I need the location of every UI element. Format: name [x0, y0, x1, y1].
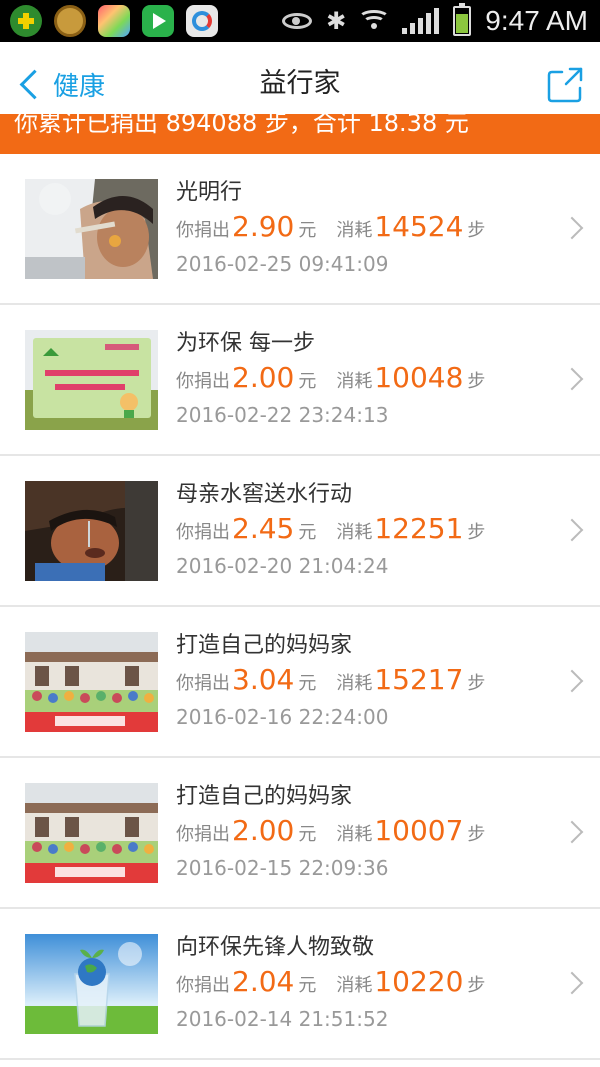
smiley-icon: [54, 5, 86, 37]
consumed-label: 消耗: [336, 824, 373, 845]
list-item[interactable]: 为环保 每一步 你捐出 2.00 元 消耗 10048 步 2016-02-22…: [0, 305, 600, 456]
donation-date: 2016-02-14 21:51:52: [176, 1007, 389, 1031]
donation-amount: 2.00: [232, 814, 295, 847]
steps-unit: 步: [467, 824, 486, 845]
status-time: 9:47 AM: [485, 5, 588, 36]
steps-count: 10220: [374, 965, 464, 998]
list-item[interactable]: 向环保先锋人物致敬 你捐出 2.04 元 消耗 10220 步 2016-02-…: [0, 909, 600, 1060]
eye-icon: [282, 13, 313, 29]
list-item[interactable]: 母亲水窖送水行动 你捐出 2.45 元 消耗 12251 步 2016-02-2…: [0, 456, 600, 607]
donation-summary: 你捐出 2.00 元 消耗 10048 步: [176, 361, 556, 397]
steps-unit: 步: [467, 220, 486, 241]
steps-unit: 步: [467, 673, 486, 694]
consumed-label: 消耗: [336, 371, 373, 392]
share-icon[interactable]: [546, 64, 586, 104]
item-content: 母亲水窖送水行动 你捐出 2.45 元 消耗 12251 步 2016-02-2…: [176, 480, 556, 580]
donation-date: 2016-02-20 21:04:24: [176, 554, 389, 578]
donation-summary: 你捐出 2.00 元 消耗 10007 步: [176, 814, 556, 850]
steps-unit: 步: [467, 975, 486, 996]
project-name: 打造自己的妈妈家: [176, 633, 353, 658]
donated-label: 你捐出: [176, 220, 230, 241]
chevron-right-icon: [560, 216, 584, 240]
donation-date: 2016-02-25 09:41:09: [176, 252, 389, 276]
donation-amount: 2.90: [232, 210, 295, 243]
project-name: 打造自己的妈妈家: [176, 784, 353, 809]
donated-label: 你捐出: [176, 975, 230, 996]
yuan-unit: 元: [298, 824, 317, 845]
list-item[interactable]: 打造自己的妈妈家 你捐出 3.04 元 消耗 15217 步 2016-02-1…: [0, 607, 600, 758]
steps-count: 10007: [374, 814, 464, 847]
summary-text: 你累计已捐出 894088 步，合计 18.38 元: [14, 114, 469, 137]
yuan-unit: 元: [298, 975, 317, 996]
chevron-right-icon: [560, 971, 584, 995]
project-name: 光明行: [176, 180, 243, 205]
project-name: 为环保 每一步: [176, 331, 315, 356]
steps-count: 15217: [374, 663, 464, 696]
list-item[interactable]: 打造自己的妈妈家 你捐出 2.00 元 消耗 10007 步 2016-02-1…: [0, 758, 600, 909]
bluetooth-icon: ✱: [326, 7, 347, 35]
notification-icons: [10, 4, 218, 38]
item-content: 为环保 每一步 你捐出 2.00 元 消耗 10048 步 2016-02-22…: [176, 329, 556, 429]
wifi-icon: [358, 10, 391, 32]
yuan-unit: 元: [298, 220, 317, 241]
donation-summary: 你捐出 2.90 元 消耗 14524 步: [176, 210, 556, 246]
chevron-right-icon: [560, 820, 584, 844]
donated-label: 你捐出: [176, 673, 230, 694]
donated-label: 你捐出: [176, 522, 230, 543]
signal-icon: [402, 8, 440, 34]
donation-list: 光明行 你捐出 2.90 元 消耗 14524 步 2016-02-25 09:…: [0, 154, 600, 1060]
item-content: 光明行 你捐出 2.90 元 消耗 14524 步 2016-02-25 09:…: [176, 178, 556, 278]
donation-amount: 3.04: [232, 663, 295, 696]
donated-label: 你捐出: [176, 824, 230, 845]
browser-icon: [186, 5, 218, 37]
eye-exam-photo: [25, 179, 158, 279]
consumed-label: 消耗: [336, 522, 373, 543]
yuan-unit: 元: [298, 522, 317, 543]
item-content: 打造自己的妈妈家 你捐出 3.04 元 消耗 15217 步 2016-02-1…: [176, 631, 556, 731]
donation-date: 2016-02-22 23:24:13: [176, 403, 389, 427]
globe-glass-photo: [25, 934, 158, 1034]
consumed-label: 消耗: [336, 220, 373, 241]
group-photo: [25, 783, 158, 883]
steps-count: 12251: [374, 512, 464, 545]
project-name: 向环保先锋人物致敬: [176, 935, 375, 960]
consumed-label: 消耗: [336, 673, 373, 694]
item-content: 向环保先锋人物致敬 你捐出 2.04 元 消耗 10220 步 2016-02-…: [176, 933, 556, 1033]
donation-amount: 2.04: [232, 965, 295, 998]
system-icons: ✱ 9:47 AM: [282, 0, 588, 42]
consumed-label: 消耗: [336, 975, 373, 996]
group-photo: [25, 632, 158, 732]
eco-sign-photo: [25, 330, 158, 430]
chevron-right-icon: [560, 669, 584, 693]
donation-summary: 你捐出 2.45 元 消耗 12251 步: [176, 512, 556, 548]
yuan-unit: 元: [298, 371, 317, 392]
battery-icon: [453, 3, 472, 36]
donation-date: 2016-02-15 22:09:36: [176, 856, 389, 880]
status-bar: ✱ 9:47 AM: [0, 0, 600, 42]
steps-unit: 步: [467, 522, 486, 543]
pinwheel-icon: [98, 5, 130, 37]
chevron-right-icon: [560, 518, 584, 542]
steps-unit: 步: [467, 371, 486, 392]
steps-count: 10048: [374, 361, 464, 394]
donated-label: 你捐出: [176, 371, 230, 392]
donation-amount: 2.00: [232, 361, 295, 394]
donation-summary: 你捐出 3.04 元 消耗 15217 步: [176, 663, 556, 699]
child-drinking-photo: [25, 481, 158, 581]
donation-amount: 2.45: [232, 512, 295, 545]
item-content: 打造自己的妈妈家 你捐出 2.00 元 消耗 10007 步 2016-02-1…: [176, 782, 556, 882]
list-item[interactable]: 光明行 你捐出 2.90 元 消耗 14524 步 2016-02-25 09:…: [0, 154, 600, 305]
steps-count: 14524: [374, 210, 464, 243]
donation-summary: 你捐出 2.04 元 消耗 10220 步: [176, 965, 556, 1001]
project-name: 母亲水窖送水行动: [176, 482, 353, 507]
summary-banner: 你累计已捐出 894088 步，合计 18.38 元: [0, 114, 600, 154]
video-play-icon: [142, 5, 174, 37]
app-plus-icon: [10, 5, 42, 37]
chevron-right-icon: [560, 367, 584, 391]
donation-date: 2016-02-16 22:24:00: [176, 705, 389, 729]
yuan-unit: 元: [298, 673, 317, 694]
